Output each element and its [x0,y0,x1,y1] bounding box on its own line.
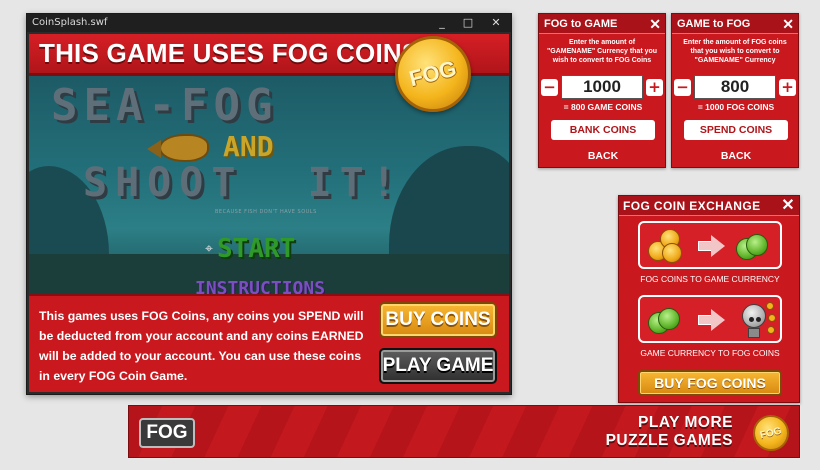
game-title-line1: SEA-FOG [51,80,279,131]
gold-coins-icon [648,229,682,263]
arrow-right-icon [698,235,726,257]
panel-description: Enter the amount of "GAMENAME" Currency … [546,39,658,64]
panel-header: FOG to GAME ✕ [539,14,665,34]
exchange-header: FOG COIN EXCHANGE ✕ [619,196,799,216]
fog-to-game-label: FOG COINS TO GAME CURRENCY [640,274,780,284]
amount-input[interactable]: 800 [694,75,776,99]
fog-coin-exchange-panel: FOG COIN EXCHANGE ✕ FOG COINS TO GAME CU… [618,195,800,403]
back-button[interactable]: BACK [672,150,800,162]
window-title: CoinSplash.swf [32,17,108,28]
game-to-fog-option[interactable] [638,295,782,343]
conversion-result: = 1000 FOG COINS [697,102,775,112]
spend-coins-button[interactable]: SPEND COINS [684,120,788,140]
fog-coin-icon: FOG [753,415,789,451]
promo-line-2: PUZZLE GAMES [605,432,733,449]
conversion-result: = 800 GAME COINS [563,102,643,112]
increment-button[interactable]: + [779,79,796,96]
green-money-icon [736,232,770,262]
arrow-right-icon [698,309,726,331]
robot-icon [738,300,776,340]
panel-title: FOG to GAME [544,18,618,30]
amount-stepper: − 800 + [674,75,796,99]
decrement-button[interactable]: − [674,79,691,96]
close-button[interactable]: ✕ [481,14,511,32]
game-tagline: BECAUSE FISH DON'T HAVE SOULS [215,209,317,215]
green-money-icon [648,306,682,336]
maximize-button[interactable]: □ [455,14,481,32]
promo-line-1: PLAY MORE [638,414,733,431]
game-title-line2: SHOOT IT! [83,160,404,206]
promo-bar[interactable]: FOG PLAY MORE PUZZLE GAMES FOG [128,405,800,458]
buy-coins-button[interactable]: BUY COINS [379,302,497,338]
panel-description: Enter the amount of FOG coins that you w… [683,39,787,64]
close-icon[interactable]: ✕ [781,196,795,216]
window-titlebar[interactable]: CoinSplash.swf _ □ ✕ [27,14,511,32]
game-window: CoinSplash.swf _ □ ✕ THIS GAME USES FOG … [26,13,512,395]
fog-coin-label: FOG [406,55,460,92]
game-to-fog-panel: GAME to FOG ✕ Enter the amount of FOG co… [671,13,799,168]
anglerfish-icon [147,134,209,162]
minimize-button[interactable]: _ [429,14,455,32]
close-icon[interactable]: ✕ [782,14,794,34]
start-menu-item[interactable]: START [217,234,295,264]
bank-coins-button[interactable]: BANK COINS [551,120,655,140]
panel-header: GAME to FOG ✕ [672,14,798,34]
window-controls: _ □ ✕ [429,14,511,32]
instructions-menu-item[interactable]: INSTRUCTIONS [195,278,325,294]
panel-title: GAME to FOG [677,18,751,30]
increment-button[interactable]: + [646,79,663,96]
exchange-title: FOG COIN EXCHANGE [623,199,761,213]
close-icon[interactable]: ✕ [649,14,661,34]
amount-stepper: − 1000 + [541,75,663,99]
play-game-button[interactable]: PLAY GAME [379,348,497,384]
amount-input[interactable]: 1000 [561,75,643,99]
promo-text[interactable]: PLAY MORE PUZZLE GAMES [606,414,733,450]
fog-coin-message: This games uses FOG Coins, any coins you… [39,309,364,383]
fog-to-game-option[interactable] [638,221,782,269]
fog-logo[interactable]: FOG [139,418,195,448]
banner-title: THIS GAME USES FOG COINS! [39,38,429,68]
back-button[interactable]: BACK [539,150,667,162]
fog-coin-label: FOG [759,425,783,441]
fog-coin-icon: FOG [395,36,471,112]
decrement-button[interactable]: − [541,79,558,96]
game-to-fog-label: GAME CURRENCY TO FOG COINS [640,348,780,358]
buy-fog-coins-button[interactable]: BUY FOG COINS [638,370,782,396]
info-panel: This games uses FOG Coins, any coins you… [29,294,509,392]
game-title-and: AND [223,130,274,163]
fog-to-game-panel: FOG to GAME ✕ Enter the amount of "GAMEN… [538,13,666,168]
